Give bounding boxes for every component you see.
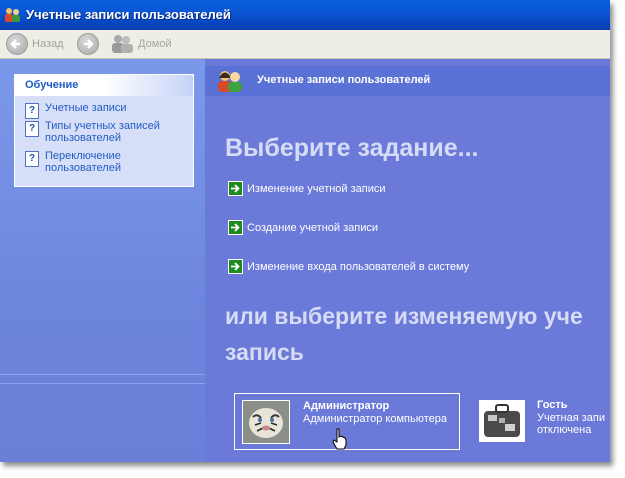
task-create-account[interactable]: Создание учетной записи — [228, 220, 378, 235]
task-label: Изменение учетной записи — [247, 182, 386, 195]
learn-about-panel: Обучение ? Учетные записи ? Типы учетных… — [14, 74, 194, 187]
forward-arrow-icon — [77, 33, 99, 55]
task-change-logon[interactable]: Изменение входа пользователей в систему — [228, 259, 469, 274]
hand-cursor-icon — [332, 428, 347, 450]
account-description: Администратор компьютера — [303, 413, 447, 425]
task-change-account[interactable]: Изменение учетной записи — [228, 181, 386, 196]
home-button[interactable]: Домой — [110, 33, 172, 55]
users-home-icon — [112, 35, 133, 53]
help-link-label: Типы учетных записей пользователей — [45, 120, 160, 144]
pick-account-heading-line2: запись — [225, 339, 304, 365]
divider — [0, 383, 205, 384]
suitcase-avatar — [478, 399, 526, 443]
forward-button[interactable] — [77, 33, 99, 55]
pick-account-heading-line1: или выберите изменяемую уче — [225, 303, 583, 329]
user-accounts-app-icon — [5, 8, 20, 22]
main-header-title: Учетные записи пользователей — [257, 74, 431, 86]
left-task-pane: Обучение ? Учетные записи ? Типы учетных… — [0, 59, 205, 462]
panel-title: Обучение — [25, 79, 79, 91]
task-label: Изменение входа пользователей в систему — [247, 260, 470, 273]
account-status: отключена — [537, 424, 592, 436]
divider — [0, 374, 205, 375]
home-label: Домой — [138, 38, 172, 50]
window-title: Учетные записи пользователей — [26, 7, 231, 22]
account-tile-guest[interactable]: Гость Учетная запи отключена — [471, 393, 610, 448]
help-link-account-types[interactable]: ? Типы учетных записей пользователей — [25, 120, 185, 144]
green-arrow-icon — [228, 181, 243, 196]
help-icon: ? — [25, 103, 39, 119]
toolbar: Назад Домой — [0, 30, 610, 59]
green-arrow-icon — [228, 259, 243, 274]
help-link-label: Учетные записи — [45, 102, 127, 114]
back-arrow-icon — [6, 33, 28, 55]
main-content: Учетные записи пользователей Выберите за… — [205, 59, 610, 462]
account-name: Гость — [537, 399, 568, 411]
help-icon: ? — [25, 151, 39, 167]
task-label: Создание учетной записи — [247, 221, 378, 234]
help-link-label: Переключение пользователей — [45, 150, 121, 174]
back-label: Назад — [32, 38, 64, 50]
help-link-switch-users[interactable]: ? Переключение пользователей — [25, 150, 185, 174]
help-icon: ? — [25, 121, 39, 137]
green-arrow-icon — [228, 220, 243, 235]
panel-body: ? Учетные записи ? Типы учетных записей … — [15, 96, 193, 186]
tiger-avatar — [242, 400, 290, 444]
account-description: Учетная запи — [537, 412, 605, 424]
main-header: Учетные записи пользователей — [205, 66, 610, 96]
account-name: Администратор — [303, 400, 390, 412]
title-bar[interactable]: Учетные записи пользователей — [0, 0, 610, 30]
user-accounts-icon — [218, 71, 242, 92]
back-button[interactable]: Назад — [6, 33, 64, 55]
panel-header[interactable]: Обучение — [15, 75, 193, 96]
help-link-accounts[interactable]: ? Учетные записи — [25, 102, 185, 119]
user-accounts-window: Учетные записи пользователей Назад Домой… — [0, 0, 610, 462]
pick-task-heading: Выберите задание... — [225, 134, 479, 162]
